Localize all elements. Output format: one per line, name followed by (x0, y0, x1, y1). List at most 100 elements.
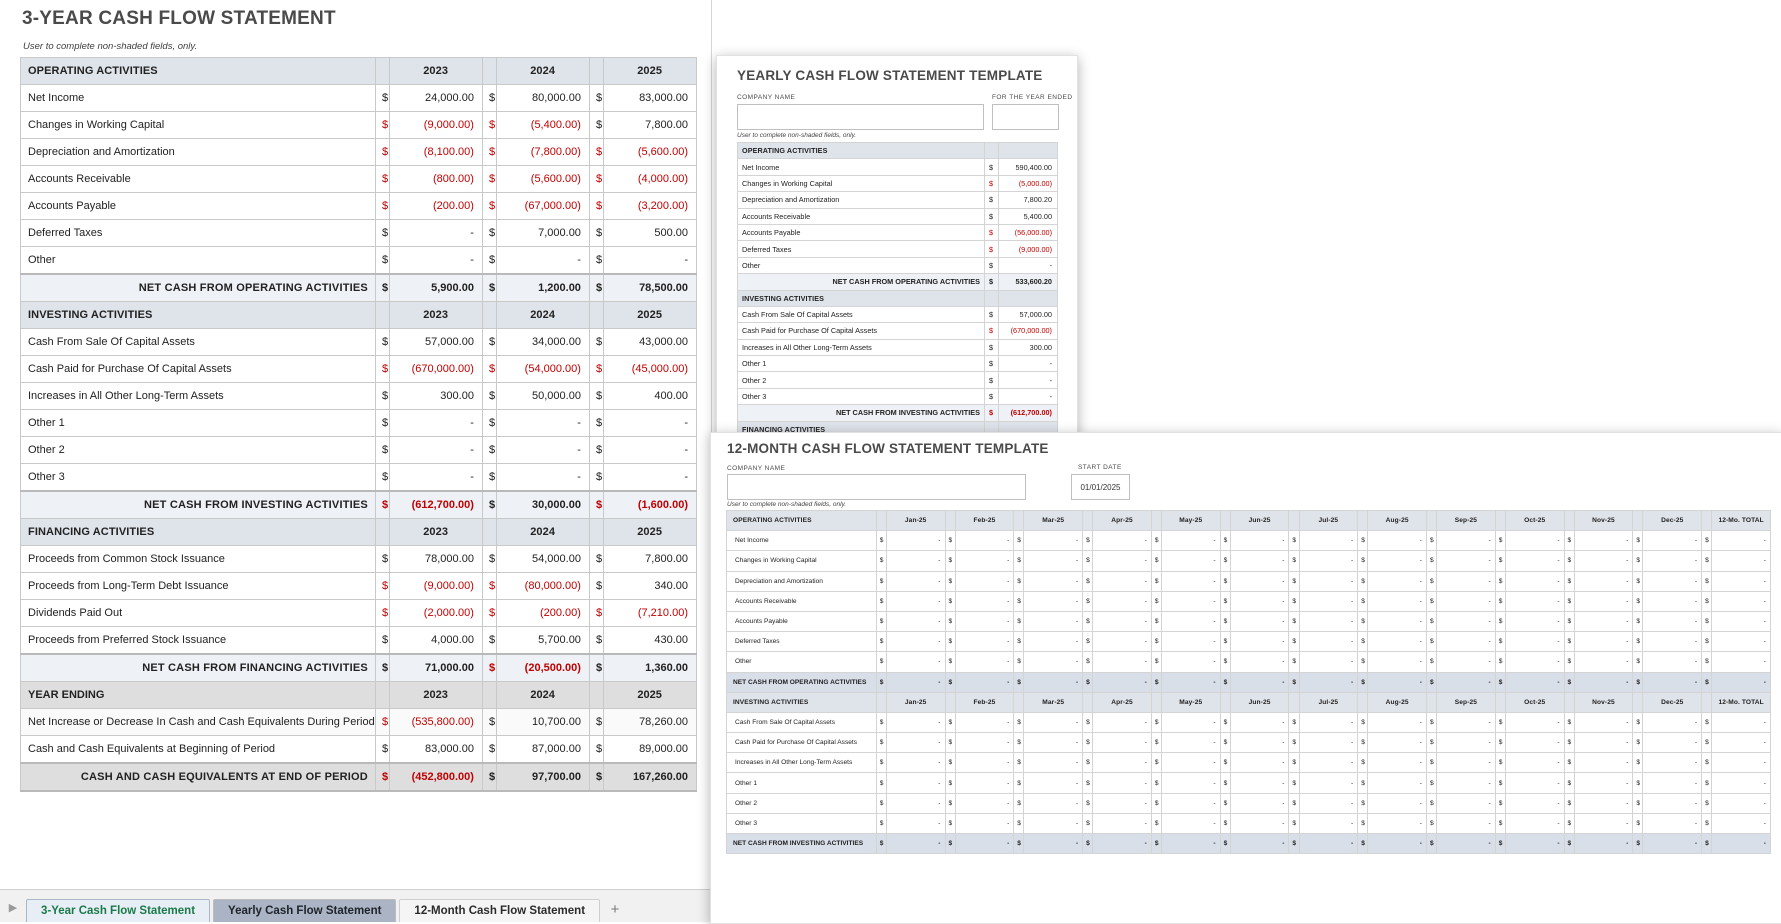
amount-cell[interactable]: - (604, 437, 697, 464)
amount-cell[interactable]: - (886, 632, 945, 652)
amount-cell[interactable]: 30,000.00 (497, 491, 590, 519)
amount-cell[interactable]: - (955, 632, 1014, 652)
amount-cell[interactable]: - (497, 464, 590, 492)
amount-cell[interactable]: - (1299, 773, 1358, 793)
amount-cell[interactable]: - (1712, 571, 1771, 591)
amount-cell[interactable]: - (497, 437, 590, 464)
twelve-month-cash-flow-panel[interactable]: 12-MONTH CASH FLOW STATEMENT TEMPLATE CO… (710, 432, 1781, 924)
amount-cell[interactable]: - (1230, 571, 1289, 591)
amount-cell[interactable]: - (497, 410, 590, 437)
amount-cell[interactable]: (800.00) (390, 166, 483, 193)
amount-cell[interactable]: - (390, 220, 483, 247)
amount-cell[interactable]: - (1437, 753, 1496, 773)
amount-cell[interactable]: - (1505, 672, 1564, 692)
amount-cell[interactable]: - (1299, 793, 1358, 813)
amount-cell[interactable]: - (955, 793, 1014, 813)
amount-cell[interactable]: - (1161, 551, 1220, 571)
amount-cell[interactable]: - (390, 437, 483, 464)
yearly-period-input[interactable] (992, 104, 1059, 130)
amount-cell[interactable]: (670,000.00) (390, 356, 483, 383)
amount-cell[interactable]: - (1574, 834, 1633, 854)
amount-cell[interactable]: - (1368, 793, 1427, 813)
amount-cell[interactable]: - (1024, 632, 1083, 652)
amount-cell[interactable]: - (1230, 793, 1289, 813)
amount-cell[interactable]: 78,260.00 (604, 709, 697, 736)
amount-cell[interactable]: - (886, 733, 945, 753)
amount-cell[interactable]: - (1643, 793, 1702, 813)
amount-cell[interactable]: 5,900.00 (390, 274, 483, 302)
amount-cell[interactable]: - (1024, 551, 1083, 571)
amount-cell[interactable]: - (1574, 551, 1633, 571)
amount-cell[interactable]: - (1299, 571, 1358, 591)
amount-cell[interactable]: - (1230, 753, 1289, 773)
amount-cell[interactable]: - (1230, 834, 1289, 854)
amount-cell[interactable]: 83,000.00 (604, 85, 697, 112)
amount-cell[interactable]: - (1437, 712, 1496, 732)
amount-cell[interactable]: - (1093, 672, 1152, 692)
amount-cell[interactable]: - (1368, 591, 1427, 611)
amount-cell[interactable]: - (1368, 551, 1427, 571)
amount-cell[interactable]: - (1505, 753, 1564, 773)
amount-cell[interactable]: (9,000.00) (390, 573, 483, 600)
amount-cell[interactable]: - (1437, 531, 1496, 551)
amount-cell[interactable]: 80,000.00 (497, 85, 590, 112)
amount-cell[interactable]: - (955, 551, 1014, 571)
amount-cell[interactable]: - (1505, 652, 1564, 672)
amount-cell[interactable] (999, 290, 1058, 306)
amount-cell[interactable]: - (1368, 571, 1427, 591)
amount-cell[interactable]: - (1024, 753, 1083, 773)
amount-cell[interactable]: - (1574, 571, 1633, 591)
amount-cell[interactable]: - (1093, 773, 1152, 793)
amount-cell[interactable]: (5,600.00) (497, 166, 590, 193)
amount-cell[interactable]: - (1024, 733, 1083, 753)
amount-cell[interactable]: - (1437, 571, 1496, 591)
amount-cell[interactable]: - (390, 464, 483, 492)
amount-cell[interactable]: 71,000.00 (390, 654, 483, 682)
amount-cell[interactable]: (612,700.00) (999, 405, 1058, 421)
amount-cell[interactable]: - (955, 652, 1014, 672)
amount-cell[interactable]: - (1299, 834, 1358, 854)
amount-cell[interactable]: - (1161, 672, 1220, 692)
amount-cell[interactable]: - (886, 591, 945, 611)
amount-cell[interactable]: - (390, 247, 483, 275)
amount-cell[interactable]: - (1230, 773, 1289, 793)
amount-cell[interactable]: - (1093, 813, 1152, 833)
amount-cell[interactable]: (45,000.00) (604, 356, 697, 383)
amount-cell[interactable]: - (1368, 813, 1427, 833)
amount-cell[interactable]: - (1643, 733, 1702, 753)
amount-cell[interactable]: - (1024, 712, 1083, 732)
amount-cell[interactable]: (80,000.00) (497, 573, 590, 600)
amount-cell[interactable]: - (1368, 753, 1427, 773)
amount-cell[interactable]: - (1505, 531, 1564, 551)
amount-cell[interactable]: - (999, 388, 1058, 404)
amount-cell[interactable]: 7,800.20 (999, 192, 1058, 208)
amount-cell[interactable]: 87,000.00 (497, 736, 590, 764)
amount-cell[interactable]: - (955, 834, 1014, 854)
amount-cell[interactable]: 167,260.00 (604, 763, 697, 791)
amount-cell[interactable]: - (1230, 632, 1289, 652)
amount-cell[interactable]: - (1712, 753, 1771, 773)
amount-cell[interactable]: (452,800.00) (390, 763, 483, 791)
amount-cell[interactable]: - (1161, 834, 1220, 854)
amount-cell[interactable]: - (1093, 753, 1152, 773)
sheet-tab-3[interactable]: 12-Month Cash Flow Statement (399, 899, 600, 922)
amount-cell[interactable]: - (886, 834, 945, 854)
amount-cell[interactable]: - (1712, 551, 1771, 571)
amount-cell[interactable]: 5,400.00 (999, 208, 1058, 224)
amount-cell[interactable]: - (1024, 611, 1083, 631)
amount-cell[interactable]: 43,000.00 (604, 329, 697, 356)
amount-cell[interactable]: - (1161, 773, 1220, 793)
amount-cell[interactable]: - (1643, 712, 1702, 732)
amount-cell[interactable]: - (1574, 531, 1633, 551)
sheet-tab-1[interactable]: 3-Year Cash Flow Statement (26, 899, 210, 922)
amount-cell[interactable]: - (1299, 733, 1358, 753)
amount-cell[interactable]: (9,000.00) (999, 241, 1058, 257)
amount-cell[interactable]: 533,600.20 (999, 274, 1058, 290)
amount-cell[interactable]: - (1574, 793, 1633, 813)
amount-cell[interactable]: - (1712, 652, 1771, 672)
amount-cell[interactable]: 500.00 (604, 220, 697, 247)
amount-cell[interactable]: - (1161, 813, 1220, 833)
amount-cell[interactable]: - (1299, 591, 1358, 611)
amount-cell[interactable]: (1,600.00) (604, 491, 697, 519)
amount-cell[interactable]: (535,800.00) (390, 709, 483, 736)
